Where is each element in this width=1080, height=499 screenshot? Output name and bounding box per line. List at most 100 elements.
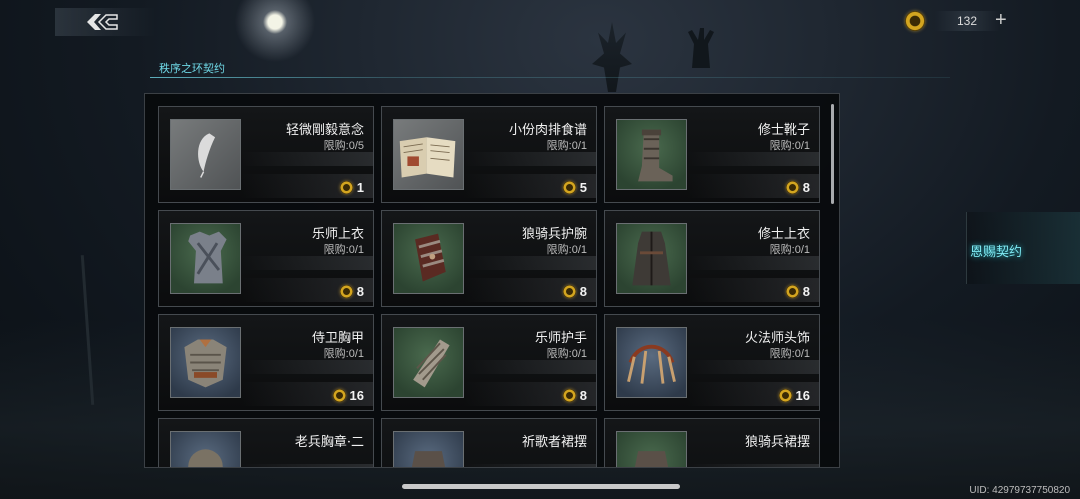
tab-underline <box>150 77 950 78</box>
item-price: 8 <box>785 284 810 299</box>
item-thumbnail <box>393 223 464 294</box>
item-thumbnail <box>616 119 687 190</box>
item-price: 8 <box>339 284 364 299</box>
add-currency-button[interactable]: + <box>995 8 1007 32</box>
card-divider <box>464 360 596 374</box>
item-card[interactable]: 狼骑兵裙摆 <box>604 418 820 467</box>
item-price: 8 <box>785 180 810 195</box>
currency-display: 132 + <box>905 8 1015 34</box>
item-card[interactable]: 老兵胸章·二 <box>158 418 374 467</box>
card-divider <box>464 256 596 270</box>
coin-icon <box>562 285 576 298</box>
item-purchase-limit: 限购:0/1 <box>769 348 810 360</box>
card-divider <box>464 464 596 467</box>
card-divider <box>464 152 596 166</box>
item-thumbnail <box>170 431 241 467</box>
tunic-icon <box>188 231 227 284</box>
recipe-book-icon <box>399 137 456 178</box>
item-name: 祈歌者裙摆 <box>521 435 587 450</box>
coin-icon <box>339 181 353 194</box>
bracer-icon <box>415 233 446 282</box>
item-price-value: 8 <box>579 388 587 403</box>
home-indicator[interactable] <box>402 484 680 489</box>
tab-grace-contract-label: 恩赐契约 <box>970 245 1023 260</box>
coin-icon <box>785 285 799 298</box>
robe-icon <box>632 231 671 286</box>
item-price-value: 8 <box>579 284 587 299</box>
scrollbar[interactable] <box>831 104 834 204</box>
card-divider <box>687 360 819 374</box>
back-arrow-icon <box>87 14 118 30</box>
item-price-value: 8 <box>802 180 810 195</box>
coin-icon <box>339 285 353 298</box>
item-price-value: 5 <box>579 180 587 195</box>
item-purchase-limit: 限购:0/1 <box>546 348 587 360</box>
item-price-value: 16 <box>795 388 810 403</box>
item-name: 狼骑兵护腕 <box>521 227 587 242</box>
back-button[interactable] <box>55 8 155 36</box>
card-divider <box>687 256 819 270</box>
item-purchase-limit: 限购:0/1 <box>323 244 364 256</box>
boots-icon <box>638 129 673 182</box>
item-price: 16 <box>332 388 364 403</box>
item-card[interactable]: 火法师头饰限购:0/1 16 <box>604 314 820 411</box>
item-card[interactable]: 小份肉排食谱 限购:0/1 5 <box>381 106 597 203</box>
item-thumbnail <box>393 431 464 467</box>
item-thumbnail <box>616 327 687 398</box>
item-thumbnail <box>393 119 464 190</box>
hand-silhouette <box>688 28 714 68</box>
item-card[interactable]: 轻微剛毅意念限购:0/5 1 <box>158 106 374 203</box>
shop-panel: 轻微剛毅意念 限购:0/5 1 小份肉排食谱 限购:0/1 5 修士靴子 限购:0/1 8 乐师上… <box>144 93 840 468</box>
item-price-value: 16 <box>349 388 364 403</box>
item-name: 乐师上衣 <box>311 227 364 242</box>
card-divider <box>241 464 373 467</box>
item-name: 修士靴子 <box>757 123 810 138</box>
item-card[interactable]: 修士靴子限购:0/1 8 <box>604 106 820 203</box>
item-card[interactable]: 修士上衣限购:0/1 8 <box>604 210 820 307</box>
item-thumbnail <box>616 431 687 467</box>
item-purchase-limit: 限购:0/1 <box>769 140 810 152</box>
item-purchase-limit: 限购:0/1 <box>323 348 364 360</box>
item-card[interactable]: 乐师护手限购:0/1 8 <box>381 314 597 411</box>
item-thumbnail <box>170 223 241 294</box>
tab-order-ring-contract[interactable]: 秩序之环契约 <box>159 60 225 76</box>
item-price: 16 <box>778 388 810 403</box>
item-thumbnail <box>170 327 241 398</box>
uid-label: UID: 42979737750820 <box>969 485 1070 496</box>
item-card[interactable]: 乐师上衣限购:0/1 8 <box>158 210 374 307</box>
item-purchase-limit: 限购:0/5 <box>323 140 364 152</box>
item-purchase-limit: 限购:0/1 <box>769 244 810 256</box>
item-name: 老兵胸章·二 <box>294 435 364 450</box>
card-divider <box>241 152 373 166</box>
item-name: 火法师头饰 <box>744 331 810 346</box>
item-thumbnail <box>616 223 687 294</box>
item-thumbnail <box>170 119 241 190</box>
chest-armor-icon <box>184 339 227 388</box>
item-card[interactable]: 狼骑兵护腕 限购:0/1 8 <box>381 210 597 307</box>
gauntlet-icon <box>413 339 450 388</box>
item-thumbnail <box>393 327 464 398</box>
item-price-value: 8 <box>802 284 810 299</box>
item-price-value: 8 <box>356 284 364 299</box>
item-card[interactable]: 侍卫胸甲 限购:0/1 16 <box>158 314 374 411</box>
item-name: 乐师护手 <box>534 331 587 346</box>
card-divider <box>241 360 373 374</box>
item-name: 修士上衣 <box>757 227 810 242</box>
tab-grace-contract[interactable]: 恩赐契约 <box>966 212 1080 284</box>
card-divider <box>241 256 373 270</box>
skirt-icon <box>634 451 669 467</box>
coin-icon <box>785 181 799 194</box>
item-price: 1 <box>339 180 364 195</box>
item-price-value: 1 <box>356 180 364 195</box>
item-price: 8 <box>562 388 587 403</box>
headdress-icon <box>627 344 676 384</box>
item-name: 狼骑兵裙摆 <box>744 435 810 450</box>
item-name: 轻微剛毅意念 <box>285 123 364 138</box>
skirt-icon <box>411 451 446 467</box>
item-name: 小份肉排食谱 <box>508 123 587 138</box>
item-card[interactable]: 祈歌者裙摆 <box>381 418 597 467</box>
card-divider <box>687 152 819 166</box>
coin-icon <box>562 181 576 194</box>
coin-icon <box>778 389 792 402</box>
item-price: 5 <box>562 180 587 195</box>
